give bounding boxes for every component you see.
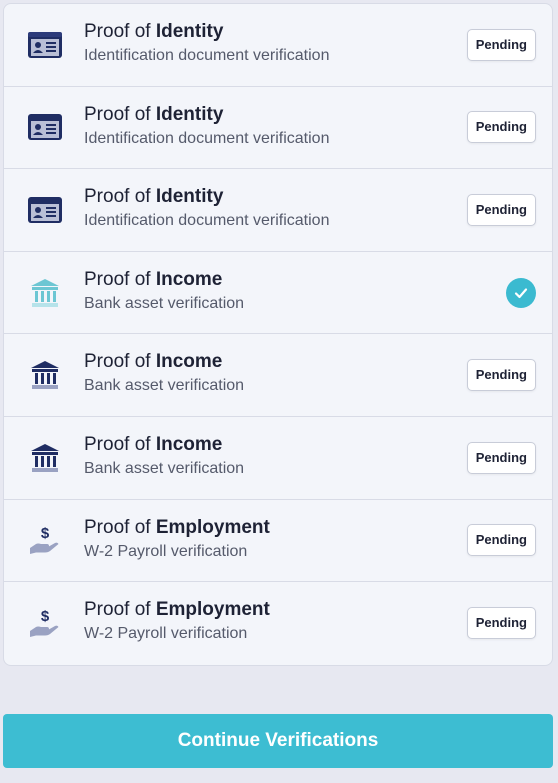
item-subtitle: Bank asset verification	[84, 377, 245, 395]
verification-item-identity-1[interactable]: Proof of Identity Identification documen…	[4, 4, 552, 87]
status-badge: Pending	[466, 441, 536, 474]
verification-item-income-1[interactable]: Proof of Income Bank asset verification	[4, 252, 552, 335]
bank-icon	[26, 439, 64, 477]
svg-text:$: $	[41, 525, 50, 542]
bank-icon	[26, 356, 64, 394]
status-badge: Pending	[466, 607, 536, 640]
status-badge: Pending	[466, 524, 536, 557]
payroll-hand-icon: $	[26, 521, 64, 559]
verification-item-identity-3[interactable]: Proof of Identity Identification documen…	[4, 169, 552, 252]
item-title: Proof of Income	[84, 433, 223, 455]
item-subtitle: Identification document verification	[84, 47, 330, 64]
item-title: Proof of Employment	[84, 599, 270, 621]
item-subtitle: Identification document verification	[84, 212, 330, 230]
verification-item-employment-2[interactable]: $ Proof of Employment W-2 Payroll verifi…	[4, 582, 552, 665]
status-badge: Pending	[466, 359, 536, 392]
id-card-icon	[26, 26, 64, 64]
id-card-icon	[26, 108, 64, 146]
item-subtitle: Identification document verification	[84, 129, 330, 147]
checkmark-icon	[506, 277, 536, 308]
continue-verifications-button[interactable]: Continue Verifications	[3, 714, 553, 768]
item-subtitle: W-2 Payroll verification	[84, 542, 248, 560]
verification-item-income-3[interactable]: Proof of Income Bank asset verification …	[4, 417, 552, 500]
verification-item-identity-2[interactable]: Proof of Identity Identification documen…	[4, 87, 552, 170]
item-title: Proof of Identity	[84, 21, 224, 42]
status-badge: Pending	[466, 28, 536, 61]
id-card-icon	[26, 191, 64, 229]
item-subtitle: W-2 Payroll verification	[84, 625, 248, 643]
item-title: Proof of Employment	[84, 516, 270, 538]
bank-icon	[26, 274, 64, 312]
item-subtitle: Bank asset verification	[84, 459, 245, 477]
verification-list: Proof of Identity Identification documen…	[3, 3, 553, 666]
payroll-hand-icon: $	[26, 604, 64, 642]
item-subtitle: Bank asset verification	[84, 294, 245, 312]
svg-text:$: $	[41, 608, 50, 625]
item-title: Proof of Income	[84, 351, 223, 373]
status-badge: Pending	[466, 111, 536, 144]
verification-item-income-2[interactable]: Proof of Income Bank asset verification …	[4, 334, 552, 417]
item-title: Proof of Identity	[84, 103, 224, 125]
verification-item-employment-1[interactable]: $ Proof of Employment W-2 Payroll verifi…	[4, 500, 552, 583]
item-title: Proof of Identity	[84, 186, 224, 208]
status-badge: Pending	[466, 193, 536, 226]
item-title: Proof of Income	[84, 268, 223, 290]
